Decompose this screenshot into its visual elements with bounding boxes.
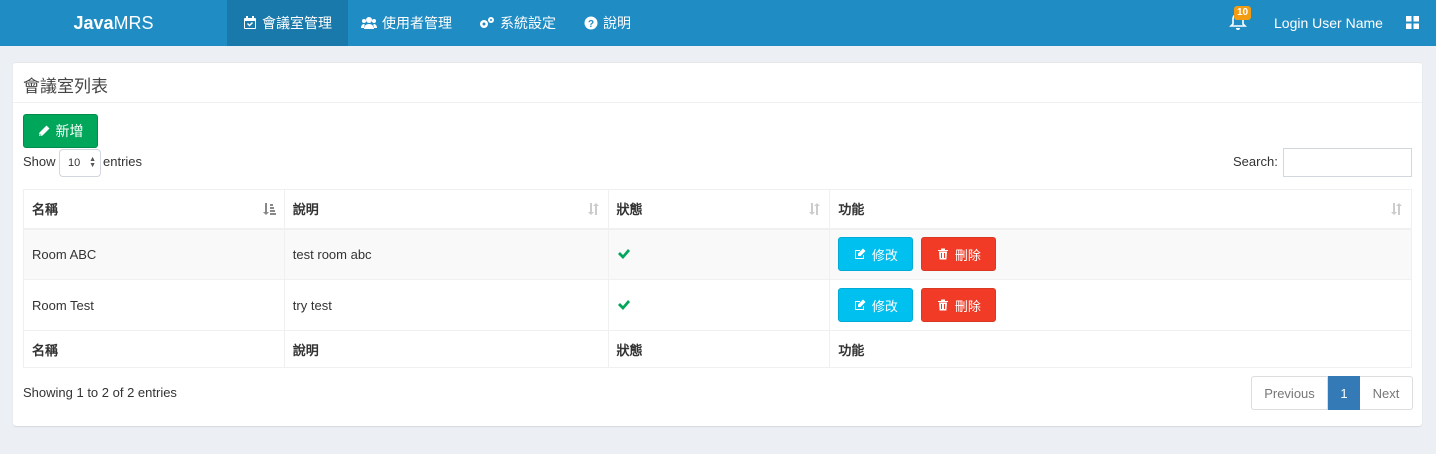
room-name-cell: Room ABC [23,228,285,280]
apps-grid-icon[interactable] [1406,16,1419,29]
column-header-status[interactable]: 狀態 [607,189,831,230]
column-header-name-label: 名稱 [32,202,59,218]
nav-user-management[interactable]: 使用者管理 [345,0,468,46]
search-input[interactable] [1283,148,1412,177]
nav-help[interactable]: ? 說明 [568,0,647,46]
notification-count-badge: 10 [1234,6,1252,20]
table-header-row: 名稱 說明 狀態 功能 [23,189,1412,230]
table-info-text: Showing 1 to 2 of 2 entries [23,385,177,400]
pencil-icon [38,125,49,136]
room-actions-cell: 修改 刪除 [829,228,1412,280]
footer-header-actions: 功能 [829,330,1412,368]
delete-room-button[interactable]: 刪除 [921,237,997,272]
column-header-actions-label: 功能 [838,202,865,218]
add-room-label: 新增 [55,123,84,139]
sort-both-icon [809,203,821,215]
delete-room-label: 刪除 [954,298,981,314]
user-menu[interactable]: Login User Name [1274,0,1383,46]
footer-header-name: 名稱 [23,330,285,368]
search-label: Search: [1233,154,1278,169]
nav-system-settings[interactable]: 系統設定 [463,0,572,46]
select-arrows-icon: ▲ ▼ [89,156,96,169]
edit-room-label: 修改 [871,247,898,263]
show-label: Show [23,154,56,169]
sort-both-icon [587,203,599,215]
table-row: Room ABC test room abc 修改 刪除 [23,228,1412,280]
add-room-button[interactable]: 新增 [23,114,98,148]
column-header-description-label: 說明 [292,202,319,218]
page-1-button[interactable]: 1 [1328,376,1360,410]
footer-header-description: 說明 [283,330,609,368]
room-description-cell: test room abc [283,228,609,280]
delete-room-label: 刪除 [954,247,981,263]
edit-room-label: 修改 [871,298,898,314]
room-status-cell [607,228,831,280]
sort-both-icon [1391,203,1402,215]
brand-bold: Java [73,12,114,33]
nav-user-management-label: 使用者管理 [382,15,452,31]
nav-system-settings-label: 系統設定 [500,15,556,31]
entries-per-page-value: 10 [68,157,81,169]
column-header-actions[interactable]: 功能 [829,189,1412,230]
room-table: 名稱 說明 狀態 功能 Room ABC test room abc 修改 刪除… [23,189,1412,368]
check-icon [617,299,630,310]
column-header-description[interactable]: 說明 [283,189,609,230]
edit-icon [854,248,866,260]
sort-asc-icon [262,203,276,215]
room-name-cell: Room Test [23,279,285,331]
previous-page-button[interactable]: Previous [1251,376,1328,410]
room-description-cell: try test [283,279,609,331]
trash-icon [937,248,948,260]
brand-logo[interactable]: Java MRS [0,0,227,46]
pagination: Previous 1 Next [1251,376,1413,410]
calendar-check-icon [244,16,256,29]
table-footer-row: 名稱 說明 狀態 功能 [23,330,1412,368]
top-navbar: Java MRS 會議室管理 使用者管理 系統設定 ? 說明 10 Login U… [0,0,1436,46]
gears-icon [480,17,494,28]
panel-title: 會議室列表 [23,77,108,96]
nav-room-management-label: 會議室管理 [262,15,332,31]
question-circle-icon: ? [584,16,598,30]
entries-label: entries [103,154,143,169]
trash-icon [937,299,948,311]
svg-text:?: ? [588,19,594,30]
nav-room-management[interactable]: 會議室管理 [227,0,348,46]
room-list-panel: 會議室列表 新增 Show 10 ▲ ▼ entries Search: 名稱 說… [13,62,1422,426]
room-status-cell [607,279,831,331]
next-page-button[interactable]: Next [1360,376,1413,410]
users-icon [361,17,377,29]
edit-room-button[interactable]: 修改 [838,288,914,322]
room-actions-cell: 修改 刪除 [829,279,1412,331]
nav-help-label: 說明 [603,15,631,31]
entries-per-page-select[interactable]: 10 ▲ ▼ [59,149,101,177]
column-header-name[interactable]: 名稱 [23,189,285,230]
table-row: Room Test try test 修改 刪除 [23,279,1412,331]
brand-rest: MRS [113,12,154,33]
column-header-status-label: 狀態 [616,202,643,218]
panel-header: 會議室列表 [13,63,1422,103]
edit-room-button[interactable]: 修改 [838,237,914,272]
check-icon [617,248,630,259]
delete-room-button[interactable]: 刪除 [921,288,997,322]
edit-icon [854,299,866,310]
footer-header-status: 狀態 [607,330,831,368]
